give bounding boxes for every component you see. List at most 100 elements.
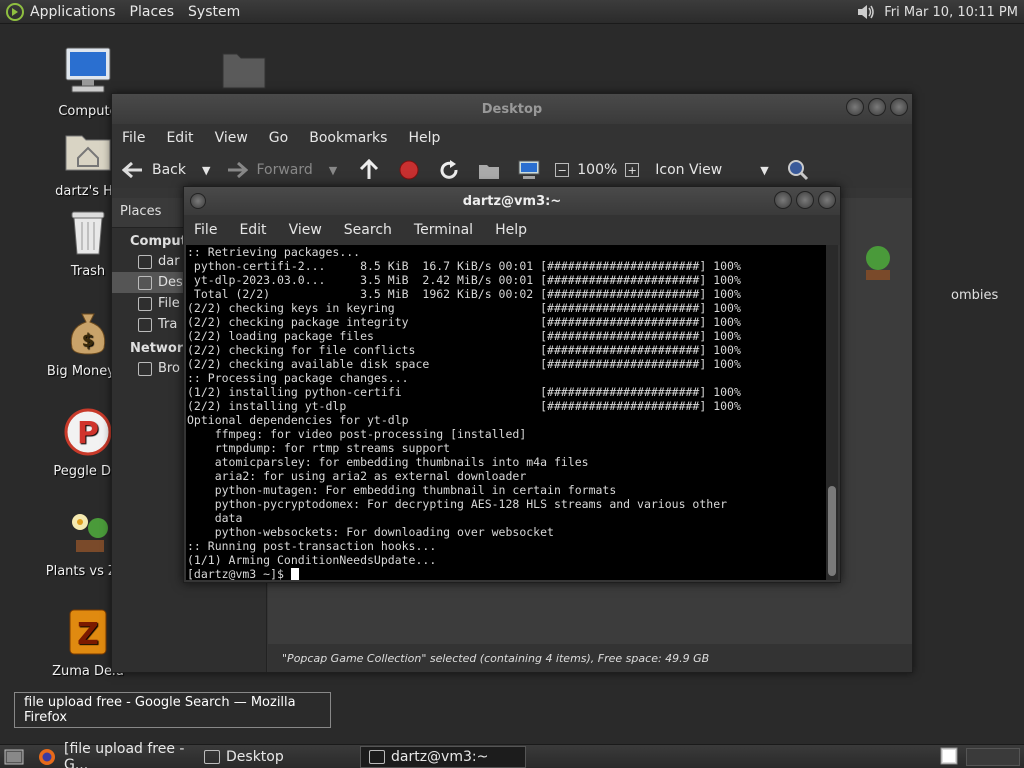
terminal-scrollbar[interactable] <box>826 245 838 580</box>
back-button[interactable]: Back ▼ <box>122 161 210 179</box>
menu-view[interactable]: View <box>215 130 248 146</box>
window-menu-button[interactable] <box>190 193 206 209</box>
places-menu[interactable]: Places <box>130 4 175 20</box>
terminal-line: python-websockets: For downloading over … <box>187 525 554 539</box>
plants-icon <box>866 246 890 280</box>
peggle-icon: P <box>64 408 112 456</box>
applications-menu[interactable]: Applications <box>30 4 116 20</box>
menu-bookmarks[interactable]: Bookmarks <box>309 130 387 146</box>
menu-search[interactable]: Search <box>344 222 392 238</box>
menu-edit[interactable]: Edit <box>239 222 266 238</box>
forward-arrow-icon <box>228 161 249 179</box>
sidebar-item-label: Tra <box>158 317 178 332</box>
trash-icon <box>138 317 152 332</box>
sidebar-item-label: File <box>158 296 180 311</box>
window-title: dartz@vm3:~ <box>462 193 562 209</box>
system-menu[interactable]: System <box>188 4 240 20</box>
minimize-button[interactable] <box>846 98 864 116</box>
taskbar-item-terminal[interactable]: dartz@vm3:~ <box>360 745 526 768</box>
menu-file[interactable]: File <box>122 130 145 146</box>
zuma-icon: Z <box>69 609 107 655</box>
forward-button[interactable]: Forward ▼ <box>226 161 337 179</box>
menu-terminal[interactable]: Terminal <box>414 222 473 238</box>
menu-go[interactable]: Go <box>269 130 288 146</box>
terminal-prompt-line[interactable]: [dartz@vm3 ~]$ <box>186 567 826 580</box>
terminal-lines: :: Retrieving packages... python-certifi… <box>186 245 826 567</box>
minimize-button[interactable] <box>774 191 792 209</box>
terminal-icon <box>369 749 385 764</box>
terminal-line: :: Running post-transaction hooks... <box>187 539 437 553</box>
terminal-line: :: Processing package changes... <box>187 371 409 385</box>
terminal-line: atomicparsley: for embedding thumbnails … <box>187 455 589 469</box>
maximize-button[interactable] <box>796 191 814 209</box>
volume-icon[interactable] <box>856 3 876 21</box>
distro-logo-icon[interactable] <box>6 2 24 21</box>
terminal-line: ffmpeg: for video post-processing [insta… <box>187 427 527 441</box>
folder-icon <box>204 749 220 764</box>
top-panel: Applications Places System Fri Mar 10, 1… <box>0 0 1024 24</box>
taskbar-item-label: [file upload free - G... <box>64 740 185 768</box>
workspace-switcher[interactable] <box>966 748 1020 766</box>
chevron-down-icon[interactable]: ▼ <box>329 164 337 177</box>
menu-help[interactable]: Help <box>495 222 527 238</box>
window-titlebar[interactable]: dartz@vm3:~ <box>184 187 840 215</box>
svg-text:$: $ <box>82 330 95 351</box>
terminal-line: (2/2) installing yt-dlp [###############… <box>187 399 741 413</box>
window-titlebar[interactable]: Desktop <box>112 94 912 124</box>
file-item-plants-vs-zombies[interactable] <box>838 242 918 286</box>
chevron-down-icon[interactable]: ▼ <box>202 164 210 177</box>
bottom-panel: [file upload free - G... Desktop dartz@v… <box>0 741 1024 768</box>
view-mode-select[interactable]: Icon View ▼ <box>655 162 768 178</box>
terminal-line: (2/2) checking keys in keyring [########… <box>187 301 741 315</box>
terminal-line: (2/2) checking for file conflicts [#####… <box>187 343 741 357</box>
folder-icon[interactable] <box>221 50 267 90</box>
zoom-in-icon[interactable]: + <box>625 163 640 177</box>
menubar: File Edit View Search Terminal Help <box>184 215 840 245</box>
search-icon[interactable] <box>787 159 809 181</box>
menubar: File Edit View Go Bookmarks Help <box>112 124 912 152</box>
computer-icon[interactable] <box>517 159 541 181</box>
up-icon[interactable] <box>357 159 381 181</box>
terminal-line: data <box>187 511 243 525</box>
stop-icon[interactable] <box>397 159 421 181</box>
chevron-down-icon: ▼ <box>760 163 769 177</box>
clock[interactable]: Fri Mar 10, 10:11 PM <box>884 5 1018 20</box>
view-mode-value: Icon View <box>655 162 723 178</box>
file-item-label: ombies <box>951 288 999 303</box>
terminal-prompt: [dartz@vm3 ~]$ <box>187 567 291 580</box>
terminal-line: (2/2) loading package files [###########… <box>187 329 741 343</box>
taskbar-item-firefox[interactable]: [file upload free - G... <box>56 741 196 768</box>
close-button[interactable] <box>890 98 908 116</box>
status-bar: "Popcap Game Collection" selected (conta… <box>268 644 912 672</box>
network-icon <box>138 361 152 376</box>
reload-icon[interactable] <box>437 159 461 181</box>
terminal-line: (1/2) installing python-certifi [#######… <box>187 385 741 399</box>
terminal-line: yt-dlp-2023.03.0... 3.5 MiB 2.42 MiB/s 0… <box>187 273 741 287</box>
taskbar-tooltip: file upload free - Google Search — Mozil… <box>14 692 331 728</box>
desktop-icon <box>138 275 152 290</box>
workspace-switcher-icon[interactable] <box>940 747 958 765</box>
window-title: Desktop <box>481 101 543 117</box>
menu-view[interactable]: View <box>289 222 322 238</box>
terminal-line: :: Retrieving packages... <box>187 245 361 259</box>
scrollbar-thumb[interactable] <box>828 486 836 576</box>
terminal-output[interactable]: :: Retrieving packages... python-certifi… <box>186 245 826 580</box>
trash-icon <box>71 211 105 255</box>
back-label: Back <box>152 162 186 178</box>
toolbar: Back ▼ Forward ▼ − 100% + Icon View ▼ <box>112 152 912 188</box>
zoom-out-icon[interactable]: − <box>555 163 570 177</box>
money-bag-icon: $ <box>70 313 106 355</box>
maximize-button[interactable] <box>868 98 886 116</box>
terminal-window: dartz@vm3:~ File Edit View Search Termin… <box>183 186 841 583</box>
zoom-control: − 100% + <box>555 162 640 178</box>
terminal-line: (2/2) checking available disk space [###… <box>187 357 741 371</box>
taskbar-item-desktop[interactable]: Desktop <box>196 746 356 768</box>
home-icon[interactable] <box>477 159 501 181</box>
show-desktop-icon[interactable] <box>4 748 24 766</box>
svg-text:P: P <box>77 416 99 451</box>
menu-edit[interactable]: Edit <box>166 130 193 146</box>
close-button[interactable] <box>818 191 836 209</box>
menu-help[interactable]: Help <box>408 130 440 146</box>
menu-file[interactable]: File <box>194 222 217 238</box>
sidebar-item-label: Bro <box>158 361 180 376</box>
